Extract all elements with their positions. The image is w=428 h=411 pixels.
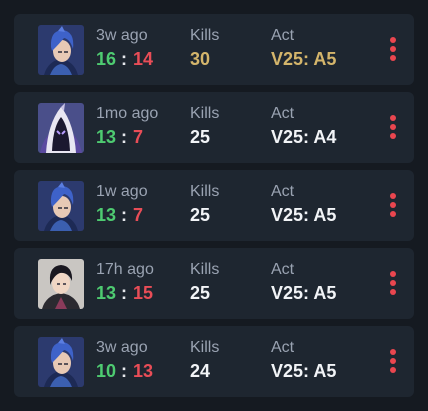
- agent-portrait-blue-hair-icon: [38, 25, 84, 75]
- agent-portrait-hooded-icon: [38, 103, 84, 153]
- kills-stat: Kills 25: [190, 261, 219, 303]
- kills-label: Kills: [190, 27, 220, 44]
- kills-label: Kills: [190, 339, 220, 356]
- kills-value: 24: [190, 361, 211, 381]
- match-card[interactable]: 17h ago 13:15 Kills 25 Act V25: A5: [14, 248, 414, 319]
- kills-value: 30: [190, 49, 211, 69]
- match-summary: 1w ago 13:7: [96, 183, 148, 225]
- agent-portrait-blue-hair-icon: [38, 337, 84, 387]
- score-rounds-lost: 7: [133, 127, 144, 147]
- score-rounds-lost: 14: [133, 49, 154, 69]
- act-label: Act: [271, 27, 295, 44]
- act-value: V25: A5: [271, 49, 337, 69]
- score-separator: :: [121, 127, 128, 147]
- agent-portrait-dark-hair-icon: [38, 259, 84, 309]
- act-label: Act: [271, 183, 295, 200]
- match-history-list: 3w ago 16:14 Kills 30 Act V25: A5 1mo ag…: [14, 14, 414, 397]
- match-summary: 1mo ago 13:7: [96, 105, 158, 147]
- score-rounds-won: 13: [96, 205, 117, 225]
- act-label: Act: [271, 105, 295, 122]
- score-separator: :: [121, 361, 128, 381]
- score-rounds-lost: 7: [133, 205, 144, 225]
- kills-stat: Kills 25: [190, 105, 219, 147]
- kills-label: Kills: [190, 105, 220, 122]
- score-rounds-won: 13: [96, 127, 117, 147]
- act-stat: Act V25: A5: [271, 27, 336, 69]
- kills-value: 25: [190, 127, 211, 147]
- score-rounds-lost: 13: [133, 361, 154, 381]
- match-time-ago: 1mo ago: [96, 105, 159, 122]
- match-time-ago: 3w ago: [96, 27, 148, 44]
- act-stat: Act V25: A5: [271, 339, 336, 381]
- match-time-ago: 3w ago: [96, 339, 148, 356]
- act-stat: Act V25: A5: [271, 261, 336, 303]
- score-rounds-won: 13: [96, 283, 117, 303]
- more-options-icon[interactable]: [384, 35, 402, 65]
- match-score: 13:7: [96, 127, 158, 147]
- more-options-icon[interactable]: [384, 191, 402, 221]
- act-label: Act: [271, 261, 295, 278]
- match-summary: 3w ago 10:13: [96, 339, 153, 381]
- kills-label: Kills: [190, 183, 220, 200]
- kills-stat: Kills 30: [190, 27, 219, 69]
- score-rounds-won: 10: [96, 361, 117, 381]
- kills-value: 25: [190, 283, 211, 303]
- match-summary: 3w ago 16:14: [96, 27, 153, 69]
- agent-portrait-blue-hair-icon: [38, 181, 84, 231]
- match-summary: 17h ago 13:15: [96, 261, 154, 303]
- match-card[interactable]: 1w ago 13:7 Kills 25 Act V25: A5: [14, 170, 414, 241]
- act-value: V25: A5: [271, 361, 337, 381]
- act-value: V25: A4: [271, 127, 337, 147]
- act-label: Act: [271, 339, 295, 356]
- score-separator: :: [121, 283, 128, 303]
- more-options-icon[interactable]: [384, 113, 402, 143]
- kills-stat: Kills 25: [190, 183, 219, 225]
- kills-stat: Kills 24: [190, 339, 219, 381]
- match-card[interactable]: 3w ago 16:14 Kills 30 Act V25: A5: [14, 14, 414, 85]
- match-time-ago: 1w ago: [96, 183, 148, 200]
- score-rounds-won: 16: [96, 49, 117, 69]
- score-rounds-lost: 15: [133, 283, 154, 303]
- score-separator: :: [121, 49, 128, 69]
- match-card[interactable]: 3w ago 10:13 Kills 24 Act V25: A5: [14, 326, 414, 397]
- act-value: V25: A5: [271, 283, 337, 303]
- match-score: 13:7: [96, 205, 148, 225]
- match-score: 10:13: [96, 361, 153, 381]
- kills-label: Kills: [190, 261, 220, 278]
- score-separator: :: [121, 205, 128, 225]
- match-score: 13:15: [96, 283, 154, 303]
- act-stat: Act V25: A4: [271, 105, 336, 147]
- match-time-ago: 17h ago: [96, 261, 154, 278]
- act-stat: Act V25: A5: [271, 183, 336, 225]
- match-card[interactable]: 1mo ago 13:7 Kills 25 Act V25: A4: [14, 92, 414, 163]
- more-options-icon[interactable]: [384, 347, 402, 377]
- more-options-icon[interactable]: [384, 269, 402, 299]
- match-score: 16:14: [96, 49, 153, 69]
- act-value: V25: A5: [271, 205, 337, 225]
- kills-value: 25: [190, 205, 211, 225]
